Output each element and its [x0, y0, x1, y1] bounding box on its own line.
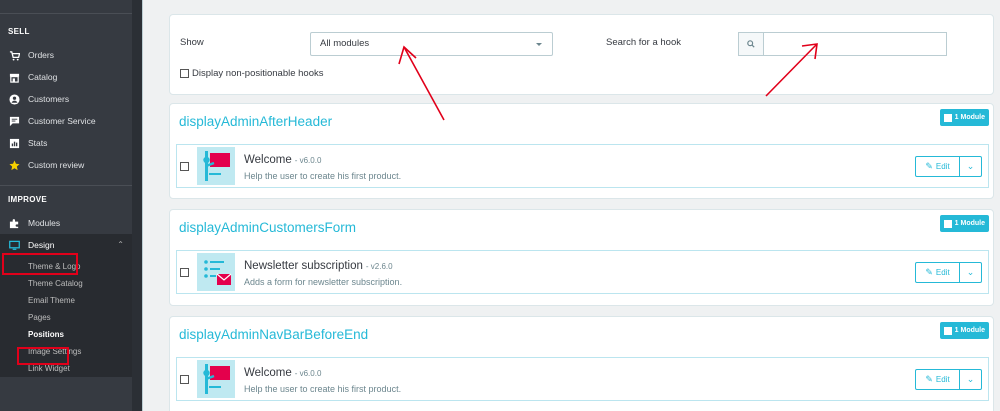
- chevron-up-icon: ⌃: [117, 240, 124, 249]
- cart-icon: [8, 49, 20, 61]
- badge-label: 1 Module: [954, 327, 985, 334]
- edit-button-group: ✎ Edit ⌄: [915, 156, 982, 177]
- select-hook-checkbox[interactable]: [943, 219, 952, 228]
- select-hook-checkbox[interactable]: [943, 326, 952, 335]
- chevron-down-icon[interactable]: ⌄: [960, 156, 982, 177]
- pencil-icon: ✎: [925, 161, 933, 171]
- store-icon: [8, 71, 20, 83]
- chevron-down-icon[interactable]: ⌄: [960, 262, 982, 283]
- module-row: Newsletter subscription - v2.6.0 Adds a f…: [176, 250, 989, 294]
- select-value: All modules: [320, 38, 370, 49]
- select-module-checkbox[interactable]: [180, 375, 189, 384]
- select-module-checkbox[interactable]: [180, 268, 189, 277]
- module-count-badge[interactable]: 1 Module: [939, 322, 989, 339]
- module-count-badge[interactable]: 1 Module: [939, 215, 989, 232]
- module-name: Welcome - v6.0.0: [244, 367, 321, 379]
- module-name-text: Welcome: [244, 154, 292, 166]
- edit-button[interactable]: ✎ Edit: [915, 156, 960, 177]
- select-module-checkbox[interactable]: [180, 162, 189, 171]
- hook-search-group: [738, 32, 947, 56]
- search-hook-label: Search for a hook: [606, 37, 681, 48]
- module-name: Newsletter subscription - v2.6.0: [244, 260, 393, 272]
- sidebar-item-custom-review[interactable]: Custom review: [0, 154, 132, 176]
- edit-label: Edit: [935, 375, 950, 384]
- filter-panel: Show All modules Search for a hook Displ…: [169, 14, 994, 95]
- sidebar-item-label: Customers: [28, 94, 70, 104]
- hook-search-input[interactable]: [763, 32, 947, 56]
- edit-button[interactable]: ✎ Edit: [915, 369, 960, 390]
- sidebar-item-label: Design: [28, 240, 55, 250]
- submenu-item-email-theme[interactable]: Email Theme: [0, 292, 132, 309]
- sidebar-section-sell: SELL: [8, 27, 30, 36]
- caret-down-icon: [536, 43, 542, 46]
- module-version: - v6.0.0: [294, 369, 322, 378]
- badge-label: 1 Module: [954, 114, 985, 121]
- select-hook-checkbox[interactable]: [943, 113, 952, 122]
- puzzle-icon: [8, 217, 20, 229]
- edit-button-group: ✎ Edit ⌄: [915, 262, 982, 283]
- non-positionable-checkbox[interactable]: [180, 69, 189, 78]
- module-description: Adds a form for newsletter subscription.: [244, 277, 403, 287]
- submenu-item-pages[interactable]: Pages: [0, 309, 132, 326]
- module-row: Welcome - v6.0.0 Help the user to create …: [176, 144, 989, 188]
- positions-highlight-box: [17, 347, 69, 365]
- sidebar-scroll-rail[interactable]: [132, 0, 143, 411]
- sidebar-item-customer-service[interactable]: Customer Service: [0, 110, 132, 132]
- edit-label: Edit: [935, 162, 950, 171]
- submenu-item-theme-catalog[interactable]: Theme Catalog: [0, 275, 132, 292]
- module-count-badge[interactable]: 1 Module: [939, 109, 989, 126]
- newsletter-module-icon: [197, 253, 235, 291]
- module-description: Help the user to create his first produc…: [244, 384, 402, 394]
- sidebar-item-label: Customer Service: [28, 116, 96, 126]
- non-positionable-toggle[interactable]: Display non-positionable hooks: [180, 68, 324, 79]
- chevron-down-icon[interactable]: ⌄: [960, 369, 982, 390]
- sidebar-item-modules[interactable]: Modules: [0, 212, 132, 234]
- hook-title: displayAdminNavBarBeforeEnd: [179, 327, 369, 342]
- design-highlight-box: [2, 253, 78, 275]
- module-version: - v6.0.0: [294, 156, 322, 165]
- welcome-module-icon: [197, 360, 235, 398]
- submenu-item-positions[interactable]: Positions: [0, 326, 132, 343]
- sidebar-item-label: Stats: [28, 138, 48, 148]
- chat-icon: [8, 115, 20, 127]
- sidebar-item-label: Modules: [28, 218, 61, 228]
- user-icon: [8, 93, 20, 105]
- module-name-text: Newsletter subscription: [244, 260, 363, 272]
- non-positionable-label: Display non-positionable hooks: [192, 68, 324, 79]
- show-module-select[interactable]: All modules: [310, 32, 553, 56]
- sidebar-item-catalog[interactable]: Catalog: [0, 66, 132, 88]
- edit-label: Edit: [935, 268, 950, 277]
- monitor-icon: [8, 239, 20, 251]
- hook-panel: displayAdminNavBarBeforeEnd 1 Module Wel…: [169, 316, 994, 411]
- hook-title: displayAdminAfterHeader: [179, 114, 333, 129]
- stats-icon: [8, 137, 20, 149]
- badge-label: 1 Module: [954, 220, 985, 227]
- top-strip: [144, 0, 1000, 9]
- main-content: Show All modules Search for a hook Displ…: [144, 0, 1000, 411]
- welcome-module-icon: [197, 147, 235, 185]
- show-label: Show: [180, 37, 204, 48]
- module-description: Help the user to create his first produc…: [244, 171, 402, 181]
- sidebar-section-improve: IMPROVE: [8, 195, 47, 204]
- module-name: Welcome - v6.0.0: [244, 154, 321, 166]
- sidebar-item-orders[interactable]: Orders: [0, 44, 132, 66]
- sidebar-item-label: Custom review: [28, 160, 85, 170]
- hook-title: displayAdminCustomersForm: [179, 220, 357, 235]
- pencil-icon: ✎: [925, 374, 933, 384]
- hook-panel: displayAdminCustomersForm 1 Module Newsl…: [169, 209, 994, 306]
- sidebar-item-label: Catalog: [28, 72, 58, 82]
- pencil-icon: ✎: [925, 267, 933, 277]
- sidebar-item-customers[interactable]: Customers: [0, 88, 132, 110]
- hook-panel: displayAdminAfterHeader 1 Module Welcome…: [169, 103, 994, 199]
- edit-button-group: ✎ Edit ⌄: [915, 369, 982, 390]
- edit-button[interactable]: ✎ Edit: [915, 262, 960, 283]
- module-row: Welcome - v6.0.0 Help the user to create …: [176, 357, 989, 401]
- star-icon: [8, 159, 20, 171]
- search-icon: [738, 32, 763, 56]
- module-version: - v2.6.0: [365, 262, 393, 271]
- sidebar-item-stats[interactable]: Stats: [0, 132, 132, 154]
- module-name-text: Welcome: [244, 367, 292, 379]
- sidebar-top: [0, 0, 132, 14]
- sidebar-item-label: Orders: [28, 50, 54, 60]
